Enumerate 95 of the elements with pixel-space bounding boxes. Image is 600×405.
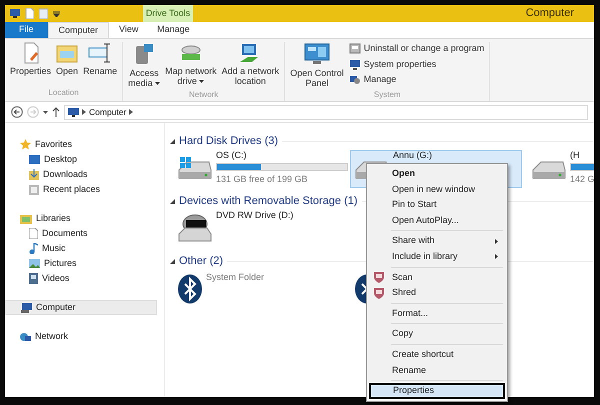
section-heading[interactable]: Devices with Removable Storage (1) [179,192,358,210]
properties-icon [25,8,34,19]
star-icon [20,139,31,150]
shield-icon [373,286,385,299]
ribbon-button[interactable]: System properties [346,58,486,71]
item-name: (H [570,151,580,161]
libraries-icon [20,214,32,224]
ribbon-button[interactable]: Open [54,42,80,87]
sidebar-item[interactable]: Music [5,241,157,256]
sidebar-item[interactable]: Favorites [5,137,157,152]
documents-icon [29,228,38,239]
dropdown-icon [43,110,48,114]
ribbon-button[interactable]: Rename [81,42,120,87]
media-icon [133,42,156,66]
menu-item[interactable]: Rename [369,362,505,378]
rename-icon [88,42,112,64]
chevron-icon [82,109,86,115]
dropdown-icon [53,10,60,16]
drive-tile[interactable]: DVD RW Drive (D:) [173,210,345,248]
section-heading[interactable]: Hard Disk Drives (3) [179,132,278,150]
address-bar[interactable]: Computer [64,104,588,120]
caret-icon [155,82,160,86]
ribbon-tab[interactable]: Computer [48,22,110,38]
forward-icon [27,106,39,118]
menu-item[interactable]: Copy [369,326,505,342]
downloads-icon [29,169,39,180]
ribbon-tab[interactable]: File [5,22,48,38]
ribbon-tab[interactable]: View [109,22,148,38]
computer-icon [10,9,20,18]
ribbon-button[interactable]: Properties [8,42,54,87]
ribbon-button[interactable]: Add a network location [220,42,282,89]
caret-icon [199,80,204,84]
group-label: Location [47,87,80,99]
item-detail: System Folder [206,271,264,284]
breadcrumb[interactable]: Computer [89,106,126,118]
hard-drive-icon [177,156,213,182]
network-icon [20,332,31,342]
ribbon-button[interactable]: Open Control Panel [288,42,346,89]
ribbon-button[interactable]: Map network drive [163,42,219,89]
music-icon [29,243,38,254]
ribbon-button[interactable]: Uninstall or change a program [346,42,486,56]
desktop-icon [29,155,40,164]
item-name: DVD RW Drive (D:) [216,211,294,221]
item-name: Annu (G:) [393,151,432,161]
menu-item[interactable]: Pin to Start [369,197,505,213]
sidebar-item[interactable]: Network [5,329,157,344]
chevron-icon [129,109,134,115]
drive-tile[interactable]: System Folder [173,270,345,308]
sidebar-item[interactable]: Desktop [5,152,157,167]
menu-item[interactable]: Format... [369,306,505,322]
menu-item[interactable]: Scan [369,270,505,286]
sidebar-item[interactable]: Documents [5,226,157,241]
section-heading[interactable]: Other (2) [179,252,224,270]
drive-tile[interactable]: (H 142 G [527,150,594,188]
menu-item[interactable]: Open in new window [369,182,505,198]
menu-item[interactable]: Share with [369,233,505,249]
menu-item[interactable]: Create shortcut [369,346,505,363]
window-title: Computer [526,6,574,22]
sidebar-item[interactable]: Recent places [5,182,157,197]
ribbon-button[interactable]: Access media [126,42,162,89]
program-icon [348,43,361,54]
menu-item[interactable]: Properties [369,383,505,399]
dvd-drive-icon [177,214,213,244]
menu-item[interactable]: Shred [369,285,505,301]
control-panel-icon [302,42,331,66]
item-detail: 131 GB free of 199 GB [216,172,309,186]
contextual-tab-group: Drive Tools [143,5,193,22]
item-detail: 142 G [570,172,594,186]
pictures-icon [29,259,40,268]
manage-icon [348,74,361,86]
menu-item[interactable]: Include in library [369,248,505,265]
bluetooth-icon [177,274,203,304]
submenu-arrow-icon [495,254,498,260]
computer-icon [21,302,32,312]
sidebar-item[interactable]: Downloads [5,167,157,182]
ribbon-tab[interactable]: Manage [148,22,198,38]
group-label: Network [188,88,220,101]
computer-icon [68,108,79,116]
sidebar-item[interactable]: Videos [5,271,157,286]
sidebar-item[interactable]: Pictures [5,256,157,271]
sidebar-item[interactable]: Libraries [5,211,157,226]
computer-icon [348,58,361,70]
ribbon-button[interactable]: Manage [346,73,486,86]
menu-item[interactable]: Open [369,166,505,182]
item-name: OS (C:) [216,151,248,161]
menu-item[interactable]: Open AutoPlay... [369,212,505,228]
submenu-arrow-icon [495,238,498,244]
drive-tile[interactable]: OS (C:) 131 GB free of 199 GB [173,150,345,188]
recent-places-icon [29,184,39,194]
sidebar-item[interactable]: Computer [5,300,157,315]
group-label: System [372,88,402,101]
up-icon [52,107,60,117]
shield-icon [373,271,385,284]
videos-icon [29,273,38,284]
back-icon [11,106,23,118]
